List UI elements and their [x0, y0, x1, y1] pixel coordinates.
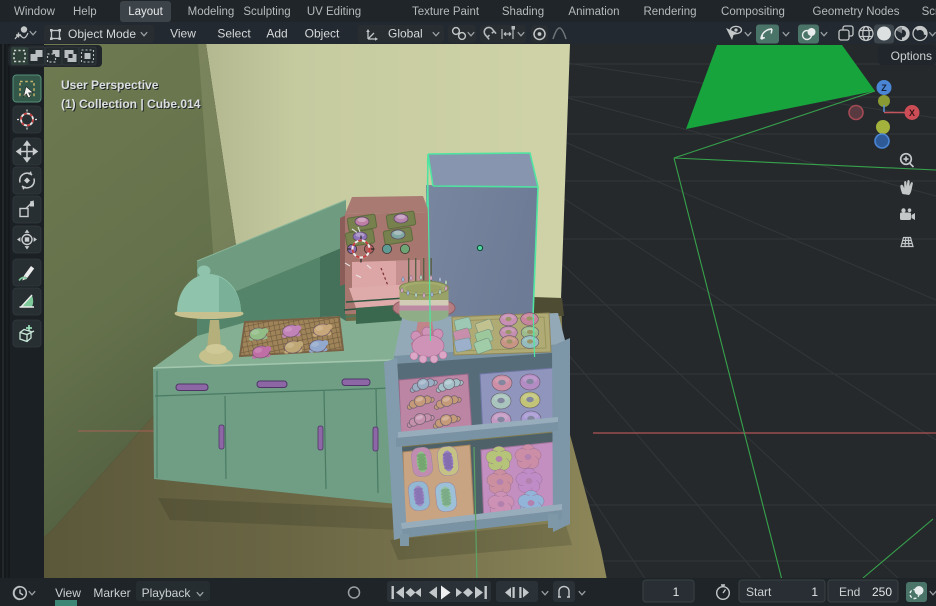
svg-text:1: 1 [811, 585, 818, 599]
svg-text:Animation: Animation [568, 6, 619, 18]
svg-text:Playback: Playback [142, 586, 192, 600]
svg-text:250: 250 [872, 585, 892, 599]
svg-text:Rendering: Rendering [643, 6, 696, 18]
svg-text:Modeling: Modeling [188, 6, 235, 18]
svg-text:Marker: Marker [93, 586, 130, 600]
svg-text:Z: Z [881, 83, 887, 93]
svg-text:Select: Select [217, 27, 251, 41]
svg-text:Scripting: Scripting [922, 6, 936, 18]
svg-text:Compositing: Compositing [721, 6, 785, 18]
svg-text:Sculpting: Sculpting [243, 6, 290, 18]
svg-text:UV Editing: UV Editing [307, 6, 361, 18]
svg-text:Global: Global [388, 27, 423, 41]
svg-text:Texture Paint: Texture Paint [412, 6, 480, 18]
svg-text:Help: Help [73, 6, 97, 18]
svg-text:Layout: Layout [128, 6, 163, 18]
svg-text:Shading: Shading [502, 6, 544, 18]
svg-text:Window: Window [14, 6, 56, 18]
svg-text:View: View [170, 27, 196, 41]
svg-text:Geometry Nodes: Geometry Nodes [813, 6, 900, 18]
svg-text:Add: Add [266, 27, 287, 41]
svg-text:(1) Collection | Cube.014: (1) Collection | Cube.014 [61, 97, 201, 111]
svg-text:Object Mode: Object Mode [68, 27, 136, 41]
svg-text:Object: Object [305, 27, 340, 41]
svg-text:View: View [55, 586, 81, 600]
svg-text:User Perspective: User Perspective [61, 78, 159, 92]
svg-text:1: 1 [673, 585, 680, 599]
svg-text:Options: Options [891, 49, 932, 63]
svg-text:End: End [839, 585, 860, 599]
svg-text:Start: Start [746, 585, 772, 599]
svg-text:X: X [909, 108, 915, 118]
